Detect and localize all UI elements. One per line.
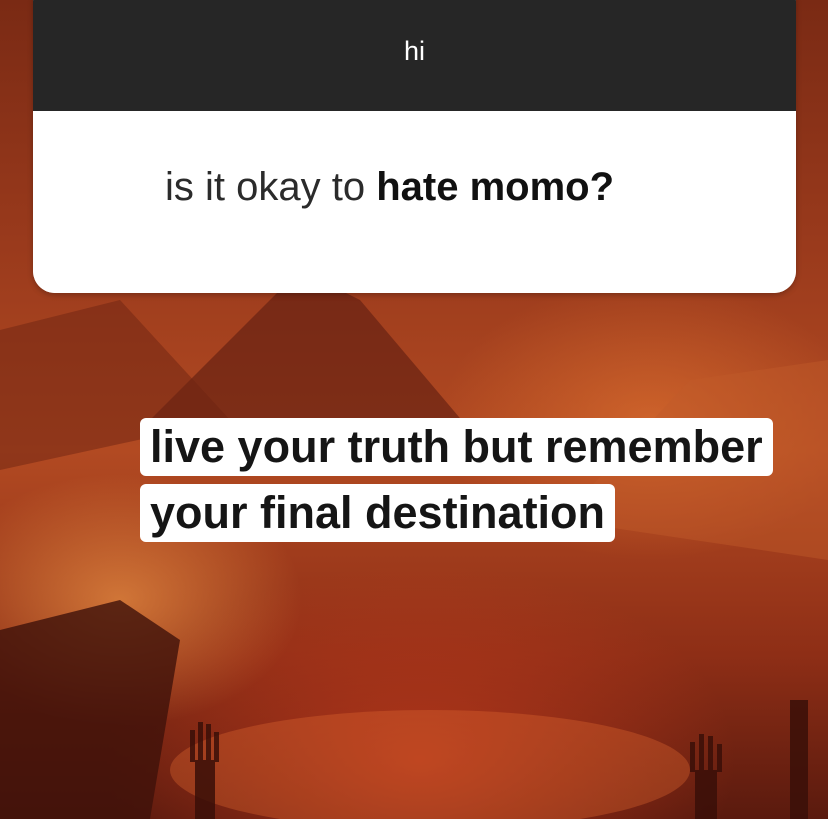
question-sticker-header: hi xyxy=(33,0,796,111)
caption-line-2: your final destination xyxy=(140,484,616,542)
question-sticker[interactable]: hi is it okay to hate momo? xyxy=(33,0,796,293)
question-sticker-header-text: hi xyxy=(403,36,425,66)
question-text: is it okay to hate momo? xyxy=(165,165,614,210)
question-sticker-body: is it okay to hate momo? xyxy=(33,111,796,293)
question-text-bold: hate momo? xyxy=(376,165,614,209)
caption-text-block: live your truth but remember your final … xyxy=(140,418,773,558)
caption-line-1: live your truth but remember xyxy=(140,418,773,476)
question-text-plain: is it okay to xyxy=(165,165,377,209)
